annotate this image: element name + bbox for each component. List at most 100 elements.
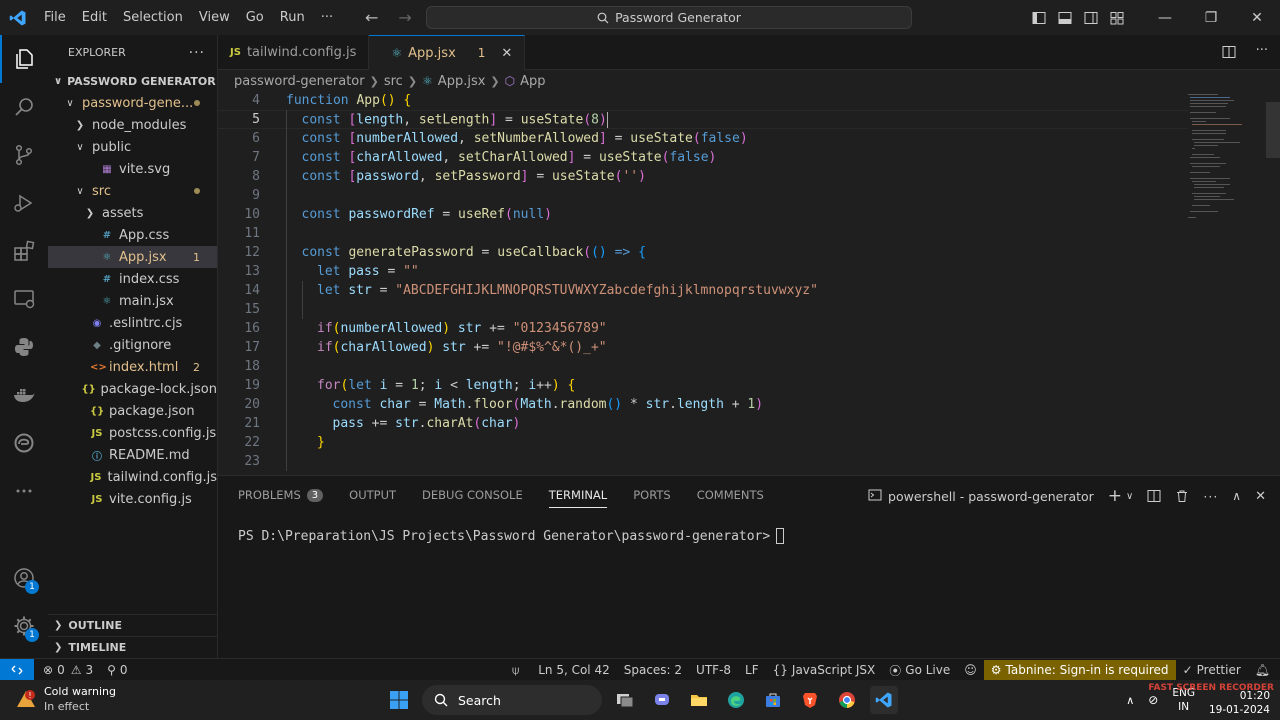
split-editor-icon[interactable] (1222, 45, 1236, 59)
timeline-section[interactable]: ❯ TIMELINE (48, 636, 218, 658)
vscode-taskbar-icon[interactable] (870, 686, 898, 714)
weather-widget[interactable]: ! Cold warning In effect (16, 684, 116, 714)
taskbar-clock[interactable]: FAST SCREEN RECORDER 01:20 19-01-2024 (1148, 683, 1274, 717)
search-activity-icon[interactable] (0, 83, 48, 131)
tree-item[interactable]: ▦ vite.svg (48, 158, 217, 180)
panel-tab-problems[interactable]: PROBLEMS 3 (238, 476, 324, 514)
tree-item[interactable]: ◉ .eslintrc.cjs (48, 312, 217, 334)
network-off-icon[interactable]: ⊘ (1148, 693, 1158, 707)
close-tab-icon[interactable]: ✕ (501, 46, 512, 61)
tree-item[interactable]: ∨ password-gene... (48, 92, 217, 114)
copilot-icon[interactable]: ☺ (957, 663, 984, 677)
terminal-prompt-line[interactable]: PS D:\Preparation\JS Projects\Password G… (238, 528, 785, 544)
line-ending[interactable]: LF (738, 663, 766, 677)
breadcrumb-item[interactable]: App (520, 74, 545, 89)
tree-item[interactable]: {} package.json (48, 400, 217, 422)
explorer-more-icon[interactable]: ··· (189, 45, 205, 61)
panel-tab-ports[interactable]: PORTS (633, 476, 670, 514)
new-terminal-icon[interactable]: + (1108, 486, 1122, 506)
toggle-secondary-sidebar-icon[interactable] (1078, 11, 1104, 25)
trash-icon[interactable] (1175, 489, 1189, 503)
tree-item[interactable]: JS vite.config.js (48, 488, 217, 510)
extensions-icon[interactable] (0, 227, 48, 275)
close-panel-icon[interactable]: ✕ (1255, 489, 1266, 504)
tray-chevron-up-icon[interactable]: ∧ (1126, 694, 1134, 707)
split-terminal-icon[interactable] (1147, 489, 1161, 503)
maximize-panel-icon[interactable]: ∧ (1232, 489, 1241, 503)
brave-browser-icon[interactable] (796, 686, 824, 714)
menu-item-file[interactable]: File (36, 10, 74, 25)
tree-item[interactable]: ⚛ App.jsx 1 (48, 246, 217, 268)
tree-item[interactable]: ∨ public (48, 136, 217, 158)
outline-section[interactable]: ❯ OUTLINE (48, 614, 218, 636)
menu-item-selection[interactable]: Selection (115, 10, 191, 25)
go-live-button[interactable]: ⦿ Go Live (882, 662, 957, 679)
tree-item[interactable]: <> index.html 2 (48, 356, 217, 378)
tree-item[interactable]: # index.css (48, 268, 217, 290)
panel-more-icon[interactable]: ··· (1203, 489, 1218, 504)
editor-more-icon[interactable]: ··· (1256, 44, 1268, 59)
windows-start-icon[interactable] (385, 686, 413, 714)
microsoft-store-icon[interactable] (759, 686, 787, 714)
tree-item[interactable]: {} package-lock.json (48, 378, 217, 400)
tree-item[interactable]: ⚛ main.jsx (48, 290, 217, 312)
encoding[interactable]: UTF-8 (689, 663, 738, 677)
remote-explorer-icon[interactable] (0, 275, 48, 323)
notifications-bell-icon[interactable]: 🔔︎ (1248, 663, 1280, 677)
tabnine-status[interactable]: ⚙ Tabnine: Sign-in is required (983, 659, 1176, 681)
panel-tab-comments[interactable]: COMMENTS (697, 476, 764, 514)
teams-chat-icon[interactable] (648, 686, 676, 714)
restore-icon[interactable]: ❐ (1188, 10, 1234, 26)
menu-item-view[interactable]: View (191, 10, 238, 25)
tab-app-jsx[interactable]: ⚛ App.jsx 1 ✕ (369, 35, 526, 70)
menu-item-run[interactable]: Run (272, 10, 313, 25)
accounts-icon[interactable]: 1 (0, 554, 48, 602)
tree-item[interactable]: JS tailwind.config.js (48, 466, 217, 488)
minimap[interactable] (1186, 92, 1266, 475)
edge-devtools-icon[interactable] (0, 419, 48, 467)
problems-status[interactable]: ⊗ 0 ⚠ 3 (34, 663, 100, 677)
taskbar-search[interactable]: Search (422, 685, 602, 715)
source-control-icon[interactable] (0, 131, 48, 179)
ports-status[interactable]: ⚲ 0 (100, 663, 134, 677)
terminal-name[interactable]: powershell - password-generator (888, 489, 1094, 504)
menu-item-edit[interactable]: Edit (74, 10, 115, 25)
language-mode[interactable]: {} JavaScript JSX (766, 663, 883, 677)
workspace-root[interactable]: ∨ PASSWORD GENERATOR (48, 70, 217, 92)
task-view-icon[interactable] (611, 686, 639, 714)
edge-browser-icon[interactable] (722, 686, 750, 714)
editor-scrollbar[interactable] (1266, 102, 1280, 158)
tree-item[interactable]: # App.css (48, 224, 217, 246)
indentation[interactable]: Spaces: 2 (617, 663, 689, 677)
python-icon[interactable] (0, 323, 48, 371)
tree-item[interactable]: ◆ .gitignore (48, 334, 217, 356)
cursor-position[interactable]: Ln 5, Col 42 (531, 663, 617, 677)
tree-item[interactable]: ❯ node_modules (48, 114, 217, 136)
more-views-icon[interactable] (0, 467, 48, 515)
tree-item[interactable]: ⓘ README.md (48, 444, 217, 466)
breadcrumb-item[interactable]: App.jsx (438, 74, 486, 89)
file-explorer-icon[interactable] (685, 686, 713, 714)
manage-gear-icon[interactable]: 1 (0, 602, 48, 650)
toggle-panel-icon[interactable] (1052, 11, 1078, 25)
panel-tab-output[interactable]: OUTPUT (349, 476, 396, 514)
menu-item-go[interactable]: Go (238, 10, 272, 25)
tree-item[interactable]: ❯ assets (48, 202, 217, 224)
tab-tailwind-config[interactable]: JS tailwind.config.js (218, 35, 370, 70)
code-editor[interactable]: 4 function App() {5 const [length, setLeng… (218, 92, 1280, 475)
chevron-down-icon[interactable]: ∨ (1126, 491, 1133, 502)
panel-tab-terminal[interactable]: TERMINAL (548, 476, 608, 514)
panel-tab-debug-console[interactable]: DEBUG CONSOLE (422, 476, 523, 514)
chrome-browser-icon[interactable] (833, 686, 861, 714)
prettier-status[interactable]: ✓ Prettier (1176, 663, 1248, 677)
breadcrumb-item[interactable]: src (384, 74, 403, 89)
close-window-icon[interactable]: ✕ (1234, 10, 1280, 26)
explorer-icon[interactable] (0, 35, 48, 83)
run-debug-icon[interactable] (0, 179, 48, 227)
command-center-search[interactable]: Password Generator (426, 6, 912, 29)
tree-item[interactable]: JS postcss.config.js (48, 422, 217, 444)
minimize-icon[interactable]: — (1142, 10, 1188, 26)
toggle-primary-sidebar-icon[interactable] (1026, 11, 1052, 25)
customize-layout-icon[interactable] (1104, 11, 1130, 25)
docker-icon[interactable] (0, 371, 48, 419)
